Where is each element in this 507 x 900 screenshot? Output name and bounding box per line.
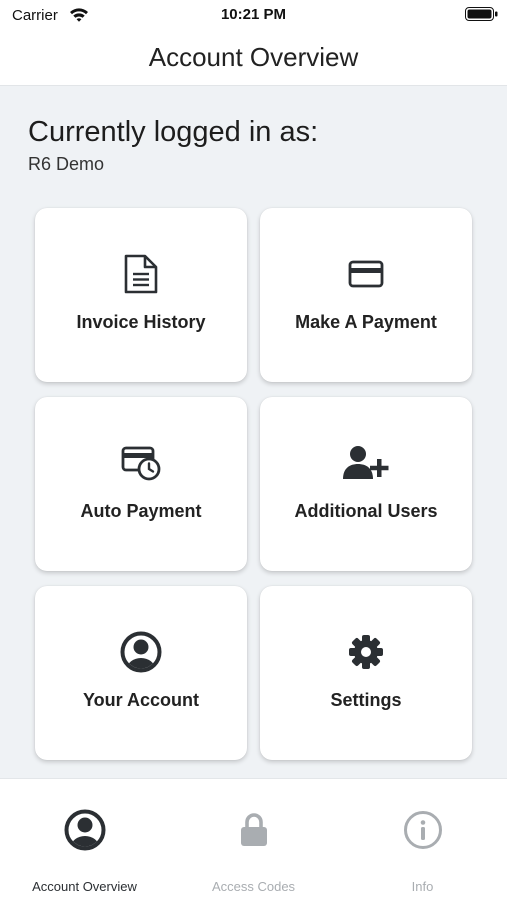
status-time: 10:21 PM (220, 6, 287, 23)
document-icon (35, 254, 247, 294)
tab-account-overview[interactable]: Account Overview (0, 779, 169, 900)
make-a-payment-label: Make A Payment (295, 312, 437, 332)
tab-info-label: Info (411, 879, 434, 894)
tab-access-codes-label: Access Codes (211, 879, 296, 894)
additional-users-label: Additional Users (294, 501, 438, 521)
auto-payment-button[interactable]: Auto Payment (35, 397, 247, 571)
tab-bar: Account Overview Access Codes Info (0, 778, 507, 900)
invoice-history-button[interactable]: Invoice History (35, 208, 247, 382)
logged-in-heading: Currently logged in as: (28, 116, 319, 148)
main-content: Currently logged in as: R6 Demo Invoice … (0, 86, 507, 778)
your-account-label: Your Account (83, 690, 199, 710)
tab-info[interactable]: Info (338, 779, 507, 900)
gear-icon (260, 632, 472, 672)
lock-icon (169, 809, 338, 851)
user-circle-icon (35, 631, 247, 673)
invoice-history-label: Invoice History (76, 312, 206, 332)
make-a-payment-button[interactable]: Make A Payment (260, 208, 472, 382)
battery-icon (465, 7, 498, 21)
user-circle-icon (0, 809, 169, 851)
navigation-bar: Account Overview (0, 30, 507, 86)
status-bar: Carrier 10:21 PM (0, 0, 507, 30)
settings-label: Settings (330, 690, 402, 710)
tab-account-overview-label: Account Overview (32, 879, 137, 894)
tab-access-codes[interactable]: Access Codes (169, 779, 338, 900)
additional-users-button[interactable]: Additional Users (260, 397, 472, 571)
settings-button[interactable]: Settings (260, 586, 472, 760)
logged-in-user: R6 Demo (28, 154, 105, 174)
page-title: Account Overview (148, 42, 359, 72)
auto-payment-label: Auto Payment (80, 501, 202, 521)
info-icon (338, 809, 507, 851)
card-clock-icon (35, 443, 247, 483)
user-plus-icon (260, 443, 472, 483)
your-account-button[interactable]: Your Account (35, 586, 247, 760)
credit-card-icon (260, 254, 472, 294)
